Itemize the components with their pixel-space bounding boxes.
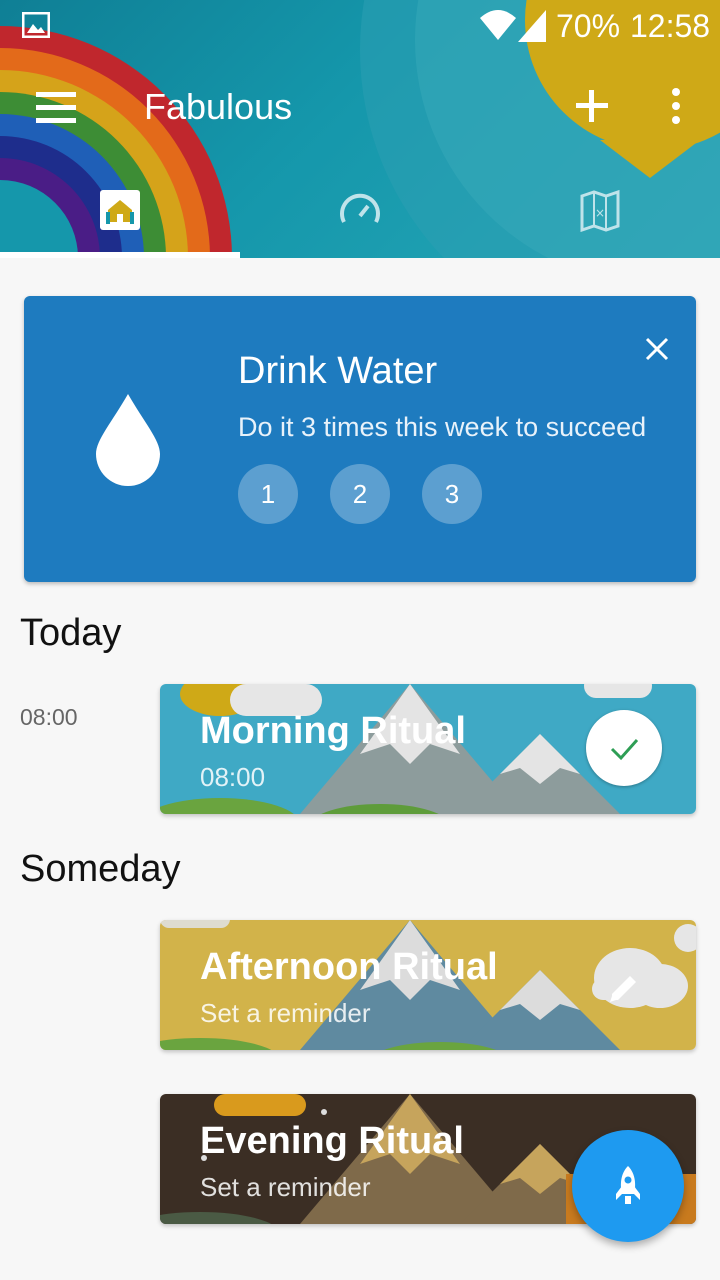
map-icon: × <box>580 189 620 232</box>
status-bar: 70% 12:58 <box>0 0 720 52</box>
edit-icon[interactable] <box>604 968 644 1008</box>
goal-step-3[interactable]: 3 <box>422 464 482 524</box>
more-vert-icon[interactable] <box>664 86 688 126</box>
today-time-label: 08:00 <box>20 704 78 730</box>
start-ritual-fab[interactable] <box>572 1130 684 1242</box>
section-today-heading: Today <box>20 612 122 654</box>
close-icon[interactable] <box>642 334 672 364</box>
tab-home[interactable] <box>0 176 240 258</box>
tab-indicator <box>0 252 240 258</box>
tab-journey[interactable]: × <box>480 176 720 258</box>
rocket-icon <box>616 1166 640 1204</box>
home-icon <box>100 190 140 230</box>
gallery-icon <box>22 12 50 38</box>
goal-card[interactable]: Drink Water Do it 3 times this week to s… <box>24 296 696 582</box>
svg-text:×: × <box>595 206 605 220</box>
fabulous-home-screen: 70% 12:58 Fabulous × Drink Water Do it 3… <box>0 0 720 1280</box>
ritual-reminder: Set a reminder <box>200 1172 371 1202</box>
menu-icon[interactable] <box>30 88 82 128</box>
ritual-reminder: Set a reminder <box>200 998 371 1028</box>
app-header: 70% 12:58 Fabulous × <box>0 0 720 258</box>
tab-progress[interactable] <box>240 176 480 258</box>
afternoon-ritual-card[interactable]: Afternoon Ritual Set a reminder <box>160 920 696 1050</box>
ritual-time: 08:00 <box>200 762 266 792</box>
add-icon[interactable] <box>572 86 612 126</box>
speedometer-icon <box>340 193 380 223</box>
ritual-title: Afternoon Ritual <box>200 946 498 988</box>
water-drop-icon <box>96 394 160 486</box>
goal-step-1[interactable]: 1 <box>238 464 298 524</box>
morning-ritual-card[interactable]: Morning Ritual 08:00 <box>160 684 696 814</box>
wifi-icon <box>480 10 516 40</box>
goal-subtitle: Do it 3 times this week to succeed <box>238 412 647 442</box>
goal-title: Drink Water <box>238 350 438 392</box>
app-title: Fabulous <box>144 86 293 127</box>
ritual-complete-button[interactable] <box>586 710 662 786</box>
check-icon <box>610 739 639 761</box>
clock: 12:58 <box>630 8 711 44</box>
ritual-title: Evening Ritual <box>200 1120 464 1162</box>
battery-level: 70% <box>556 8 621 44</box>
signal-icon <box>518 10 546 42</box>
goal-step-2[interactable]: 2 <box>330 464 390 524</box>
section-someday-heading: Someday <box>20 848 181 890</box>
ritual-title: Morning Ritual <box>200 710 466 752</box>
